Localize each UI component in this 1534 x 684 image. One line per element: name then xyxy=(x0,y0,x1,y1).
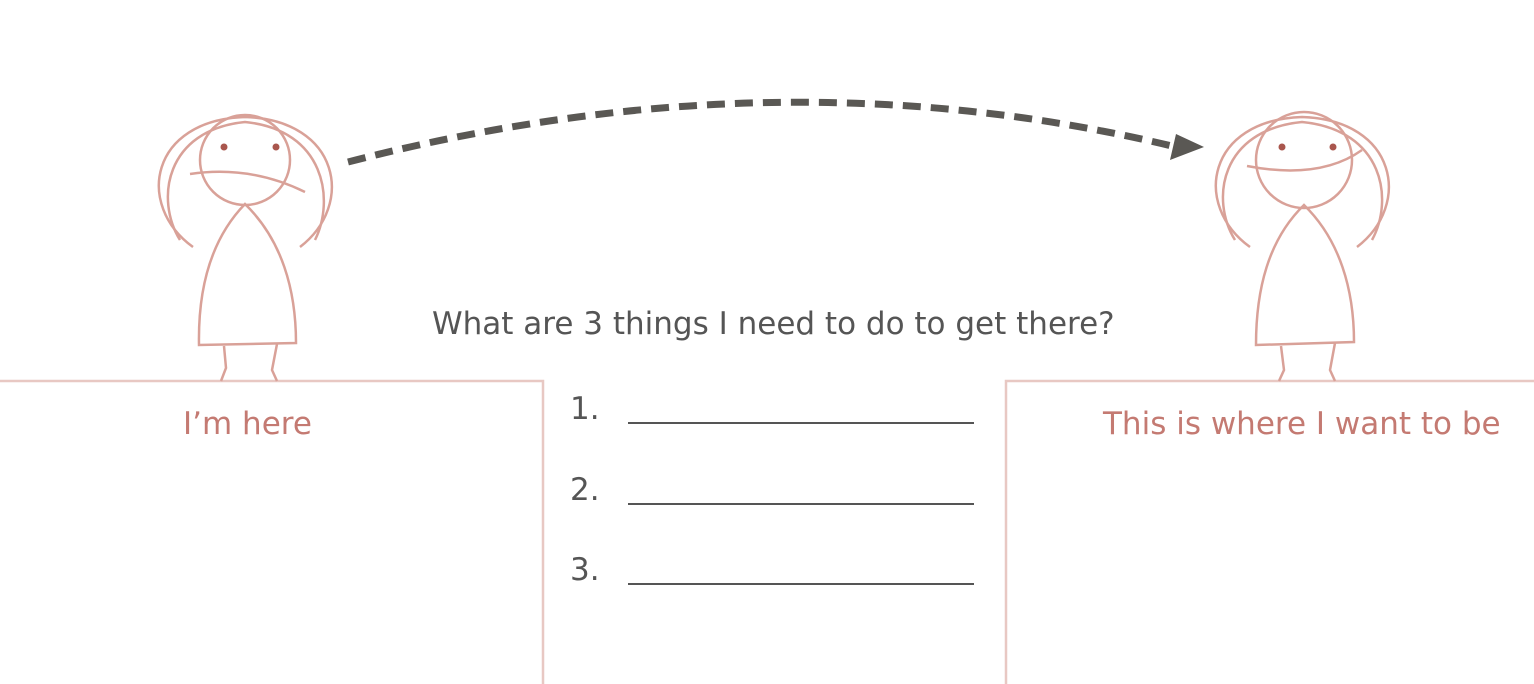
step-blank-line[interactable] xyxy=(628,583,974,585)
current-state-label: I’m here xyxy=(183,406,312,442)
happy-figure-eyes xyxy=(1278,143,1337,151)
step-number: 3. xyxy=(570,552,600,588)
sad-figure-icon xyxy=(157,113,334,382)
step-number: 1. xyxy=(570,391,600,427)
question-heading: What are 3 things I need to do to get th… xyxy=(432,306,1115,342)
diagram-canvas xyxy=(0,98,1534,684)
step-blank-line[interactable] xyxy=(628,503,974,505)
sad-figure-eyes xyxy=(220,143,280,151)
journey-arrow xyxy=(347,98,1204,166)
step-number: 2. xyxy=(570,472,600,508)
happy-figure-icon xyxy=(1214,110,1391,382)
goal-state-label: This is where I want to be xyxy=(1103,406,1501,442)
arrowhead-icon xyxy=(1170,134,1204,160)
step-blank-line[interactable] xyxy=(628,422,974,424)
